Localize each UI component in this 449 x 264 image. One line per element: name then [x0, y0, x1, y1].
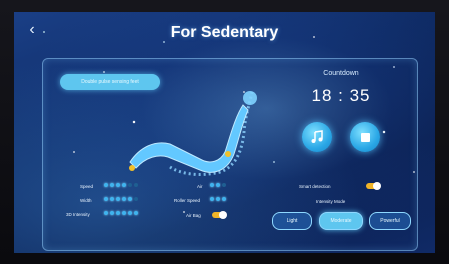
level-dot [116, 211, 120, 215]
reclining-figure-illustration [129, 91, 257, 176]
speed-level[interactable] [104, 183, 138, 187]
speed-label: Speed [80, 184, 94, 189]
intensity-powerful-button[interactable]: Powerful [369, 212, 411, 230]
level-dot [104, 183, 108, 187]
countdown-label: Countdown [323, 70, 359, 77]
level-dot [216, 197, 220, 201]
roller-speed-label: Roller Speed [174, 198, 201, 203]
level-dot [222, 183, 226, 187]
3d-intensity-label: 3D Intensity [66, 212, 90, 217]
level-dot [110, 211, 114, 215]
level-dot [134, 183, 138, 187]
level-dot [116, 197, 120, 201]
air-bag-toggle[interactable] [212, 211, 227, 219]
massage-screen: ‹ For Sedentary Double pulse sensing fee… [14, 12, 435, 253]
level-dot [104, 211, 108, 215]
smart-detection-label: Smart detection [299, 184, 331, 189]
level-dot [134, 197, 138, 201]
width-label: Width [80, 198, 92, 203]
level-dot [122, 197, 126, 201]
toggle-knob [373, 182, 381, 190]
music-button[interactable] [302, 122, 332, 152]
level-dot [128, 183, 132, 187]
level-dot [210, 183, 214, 187]
page-title: For Sedentary [170, 24, 279, 41]
level-dot [222, 197, 226, 201]
level-dot [122, 183, 126, 187]
intensity-moderate-button[interactable]: Moderate [319, 212, 363, 230]
level-dot [210, 197, 214, 201]
smart-detection-toggle[interactable] [366, 182, 381, 190]
level-dot [128, 211, 132, 215]
level-dot [122, 211, 126, 215]
toggle-knob [219, 211, 227, 219]
width-level[interactable] [104, 197, 138, 201]
air-label: Air [197, 184, 203, 189]
level-dot [110, 183, 114, 187]
stop-icon [360, 132, 370, 142]
stop-button[interactable] [350, 122, 380, 152]
intensity-mode-label: Intensity Mode [316, 199, 346, 204]
level-dot [116, 183, 120, 187]
air-bag-label: Air Bag [186, 213, 201, 218]
intensity-light-button[interactable]: Light [272, 212, 312, 230]
roller-speed-level[interactable] [210, 197, 226, 201]
level-dot [134, 211, 138, 215]
level-dot [128, 197, 132, 201]
3d-intensity-level[interactable] [104, 211, 138, 215]
level-dot [216, 183, 220, 187]
music-note-icon [311, 130, 323, 143]
air-level[interactable] [210, 183, 226, 187]
level-dot [110, 197, 114, 201]
level-dot [104, 197, 108, 201]
countdown-timer: 18 : 35 [311, 86, 371, 105]
